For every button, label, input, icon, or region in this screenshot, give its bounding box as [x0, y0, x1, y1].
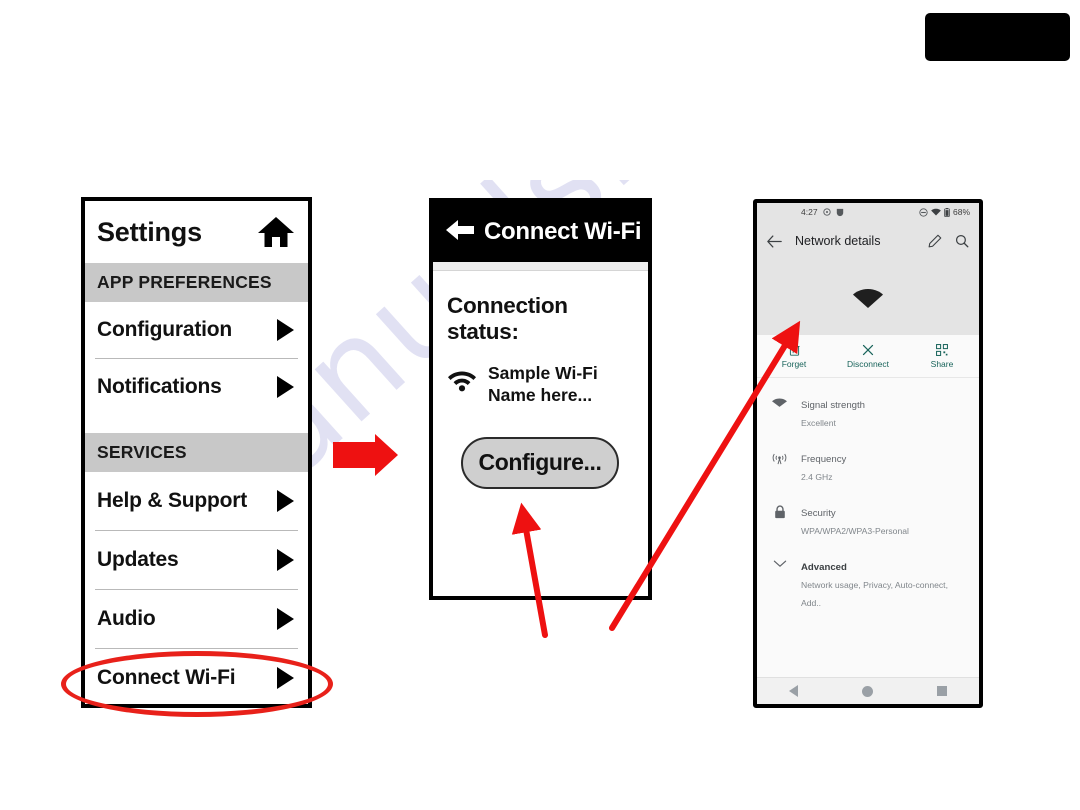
configure-button[interactable]: Configure...: [461, 436, 619, 489]
list-item-text: Frequency 2.4 GHz: [801, 449, 846, 485]
wifi-app-bar: Connect Wi-Fi: [433, 202, 648, 262]
list-item-key: Signal strength: [801, 400, 865, 411]
list-item-text: Advanced Network usage, Privacy, Auto-co…: [801, 557, 969, 611]
wifi-icon: [447, 363, 477, 398]
list-item-key: Advanced: [801, 562, 847, 573]
sidebar-item-label: Connect Wi-Fi: [97, 666, 236, 689]
wifi-screen-title: Connect Wi-Fi: [484, 218, 642, 245]
phone-nav-bar: [757, 677, 979, 704]
ssid-row: Sample Wi-Fi Name here...: [447, 363, 634, 407]
do-not-disturb-icon: [919, 207, 928, 217]
redacted-logo-block: [925, 13, 1070, 61]
sidebar-item-label: Updates: [97, 548, 179, 571]
wifi-icon: [771, 395, 788, 408]
sidebar-item-label: Audio: [97, 607, 156, 630]
settings-header: Settings: [85, 201, 308, 263]
android-phone-mockup: 4:27 68% Network details Forget Disconne…: [753, 199, 983, 708]
phone-app-bar: Network details: [757, 221, 979, 261]
sidebar-item-connect-wifi[interactable]: Connect Wi-Fi: [85, 649, 308, 707]
chevron-right-icon: [277, 319, 294, 341]
list-item-text: Security WPA/WPA2/WPA3-Personal: [801, 503, 909, 539]
lock-icon: [771, 503, 788, 519]
list-item-value: 2.4 GHz: [801, 472, 833, 482]
wifi-subbar: [433, 262, 648, 271]
sidebar-item-label: Help & Support: [97, 489, 248, 512]
flow-arrow-settings-to-wifi: [333, 434, 398, 476]
chevron-right-icon: [277, 376, 294, 398]
pencil-icon[interactable]: [928, 234, 942, 248]
list-item-signal-strength[interactable]: Signal strength Excellent: [757, 386, 979, 440]
sidebar-item-configuration[interactable]: Configuration: [85, 302, 308, 358]
phone-hero-area: [757, 261, 979, 335]
battery-percent: 68%: [952, 207, 970, 217]
list-item-key: Security: [801, 508, 836, 519]
forget-action-button[interactable]: Forget: [757, 344, 831, 369]
chevron-right-icon: [277, 490, 294, 512]
back-arrow-icon[interactable]: [767, 234, 782, 248]
list-item-frequency[interactable]: Frequency 2.4 GHz: [757, 440, 979, 494]
wifi-body: Connection status: Sample Wi-Fi Name her…: [433, 271, 648, 489]
recents-square-icon[interactable]: [937, 686, 947, 696]
back-triangle-icon[interactable]: [789, 685, 798, 697]
section-header-services: SERVICES: [85, 433, 308, 472]
phone-screen-title: Network details: [795, 234, 881, 248]
section-header-app-preferences: APP PREFERENCES: [85, 263, 308, 302]
connect-wifi-screen-panel: Connect Wi-Fi Connection status: Sample …: [429, 198, 652, 600]
action-label: Forget: [781, 358, 807, 369]
connection-status-label: Connection status:: [447, 293, 568, 344]
list-item-value: WPA/WPA2/WPA3-Personal: [801, 526, 909, 536]
status-bar-right: 68%: [919, 207, 970, 217]
list-item-value: Excellent: [801, 418, 836, 428]
home-icon[interactable]: [257, 215, 295, 249]
sidebar-item-notifications[interactable]: Notifications: [85, 359, 308, 415]
back-arrow-icon[interactable]: [445, 218, 484, 247]
qr-code-icon: [936, 343, 948, 356]
frequency-icon: [771, 449, 788, 465]
app-notification-icon: [836, 208, 843, 216]
spacer: [85, 415, 308, 433]
trash-icon: [788, 344, 800, 356]
disconnect-action-button[interactable]: Disconnect: [831, 344, 905, 369]
chevron-down-icon: [771, 557, 788, 568]
phone-status-bar: 4:27 68%: [757, 203, 979, 221]
chevron-right-icon: [277, 608, 294, 630]
sidebar-item-help-support[interactable]: Help & Support: [85, 472, 308, 530]
search-icon[interactable]: [955, 234, 969, 248]
home-circle-icon[interactable]: [862, 685, 873, 697]
chevron-right-icon: [277, 549, 294, 571]
ssid-value: Sample Wi-Fi Name here...: [488, 363, 598, 405]
sidebar-item-audio[interactable]: Audio: [85, 590, 308, 648]
sidebar-item-updates[interactable]: Updates: [85, 531, 308, 589]
phone-action-row: Forget Disconnect Share: [757, 335, 979, 378]
status-bar-time: 4:27: [801, 207, 818, 217]
list-item-key: Frequency: [801, 454, 847, 465]
battery-icon: [944, 207, 950, 217]
share-action-button[interactable]: Share: [905, 343, 979, 369]
list-item-advanced[interactable]: Advanced Network usage, Privacy, Auto-co…: [757, 548, 979, 620]
action-label: Share: [930, 358, 954, 369]
close-x-icon: [862, 344, 874, 355]
list-item-security[interactable]: Security WPA/WPA2/WPA3-Personal: [757, 494, 979, 548]
alarm-icon: [822, 208, 831, 216]
list-item-text: Signal strength Excellent: [801, 395, 865, 431]
sidebar-item-label: Configuration: [97, 318, 233, 341]
network-details-list: Signal strength Excellent Frequency 2.4 …: [757, 378, 979, 620]
wifi-signal-icon: [853, 289, 883, 308]
settings-screen-panel: Settings APP PREFERENCES Configuration N…: [81, 197, 312, 708]
list-item-value: Network usage, Privacy, Auto-connect, Ad…: [801, 580, 948, 608]
action-label: Disconnect: [846, 358, 890, 369]
wifi-icon: [931, 208, 941, 216]
instruction-page: manualshive.com Settings APP PREFERENCES…: [0, 0, 1080, 810]
chevron-right-icon: [277, 667, 294, 689]
status-bar-left: 4:27: [766, 207, 919, 217]
sidebar-item-label: Notifications: [97, 375, 222, 398]
page-title: Settings: [97, 216, 202, 247]
